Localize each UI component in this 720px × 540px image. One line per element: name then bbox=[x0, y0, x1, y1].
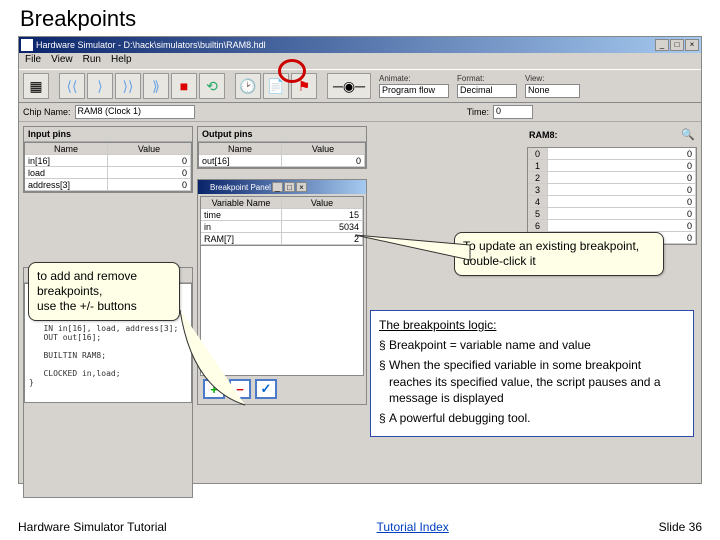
ram-row: 4 bbox=[528, 196, 548, 208]
table-row: out[16] bbox=[199, 155, 282, 167]
breakpoint-title: Breakpoint Panel bbox=[210, 183, 271, 192]
table-row: address[3] bbox=[25, 179, 108, 191]
ram-row[interactable]: 0 bbox=[548, 184, 696, 196]
menu-help[interactable]: Help bbox=[111, 54, 132, 68]
logic-b2: When the specified variable in some brea… bbox=[389, 357, 685, 406]
bp-row[interactable]: RAM[7] bbox=[201, 233, 282, 245]
animate-select[interactable]: Program flow bbox=[379, 84, 449, 98]
footer-left: Hardware Simulator Tutorial bbox=[18, 520, 167, 534]
chip-row: Chip Name: RAM8 (Clock 1) Time: 0 bbox=[19, 103, 701, 122]
callout-add-remove: to add and remove breakpoints, use the +… bbox=[28, 262, 180, 321]
tutorial-index-link[interactable]: Tutorial Index bbox=[377, 520, 449, 534]
step-over-icon[interactable]: ⟩⟩ bbox=[115, 73, 141, 99]
ram-row[interactable]: 0 bbox=[548, 160, 696, 172]
slide-number: Slide 36 bbox=[659, 520, 702, 534]
bullet-icon: § bbox=[379, 410, 389, 426]
time-label: Time: bbox=[467, 107, 489, 117]
ram-row: 1 bbox=[528, 160, 548, 172]
bp-close-button[interactable]: × bbox=[296, 182, 307, 192]
ram-row: 3 bbox=[528, 184, 548, 196]
logic-b1: Breakpoint = variable name and value bbox=[389, 337, 591, 353]
chip-name-label: Chip Name: bbox=[23, 107, 71, 117]
menu-view[interactable]: View bbox=[51, 54, 73, 68]
table-row: 0 bbox=[282, 155, 365, 167]
clock-icon[interactable]: 🕑 bbox=[235, 73, 261, 99]
format-label: Format: bbox=[457, 74, 517, 83]
maximize-button[interactable]: □ bbox=[670, 39, 684, 51]
menubar: File View Run Help bbox=[19, 53, 701, 69]
table-row[interactable]: 0 bbox=[108, 155, 191, 167]
input-pins-panel: Input pins NameValue in[16]0 load0 addre… bbox=[23, 126, 193, 193]
logic-b3: A powerful debugging tool. bbox=[389, 410, 530, 426]
panel-icon bbox=[200, 182, 210, 192]
window-title: Hardware Simulator - D:\hack\simulators\… bbox=[36, 40, 266, 50]
bp-col-var: Variable Name bbox=[201, 197, 282, 209]
ram-row: 6 bbox=[528, 220, 548, 232]
view-select[interactable]: None bbox=[525, 84, 580, 98]
table-row[interactable]: 0 bbox=[108, 179, 191, 191]
chip-name-field[interactable]: RAM8 (Clock 1) bbox=[75, 105, 195, 119]
bp-ok-button[interactable]: ✓ bbox=[255, 379, 277, 399]
app-icon bbox=[21, 39, 33, 51]
ram-row[interactable]: 0 bbox=[548, 172, 696, 184]
step-back-icon[interactable]: ⟨⟨ bbox=[59, 73, 85, 99]
callout-update: To update an existing breakpoint, double… bbox=[454, 232, 664, 276]
bp-row[interactable]: 2 bbox=[282, 233, 363, 245]
fast-forward-icon[interactable]: ⟫ bbox=[143, 73, 169, 99]
bp-add-button[interactable]: + bbox=[203, 379, 225, 399]
ram-row[interactable]: 0 bbox=[548, 196, 696, 208]
reset-icon[interactable]: ⟲ bbox=[199, 73, 225, 99]
bp-remove-button[interactable]: − bbox=[229, 379, 251, 399]
bp-row[interactable]: 5034 bbox=[282, 221, 363, 233]
output-pins-header: Output pins bbox=[198, 127, 366, 142]
titlebar: Hardware Simulator - D:\hack\simulators\… bbox=[19, 37, 701, 53]
bullet-icon: § bbox=[379, 337, 389, 353]
animate-label: Animate: bbox=[379, 74, 449, 83]
menu-run[interactable]: Run bbox=[83, 54, 101, 68]
bp-max-button[interactable]: □ bbox=[284, 182, 295, 192]
menu-file[interactable]: File bbox=[25, 54, 41, 68]
table-row[interactable]: 0 bbox=[108, 167, 191, 179]
format-select[interactable]: Decimal bbox=[457, 84, 517, 98]
speed-slider[interactable]: ─◉─ bbox=[327, 73, 371, 99]
ram-row[interactable]: 0 bbox=[548, 220, 696, 232]
minimize-button[interactable]: _ bbox=[655, 39, 669, 51]
input-pins-header: Input pins bbox=[24, 127, 192, 142]
logic-box: The breakpoints logic: §Breakpoint = var… bbox=[370, 310, 694, 437]
table-row: in[16] bbox=[25, 155, 108, 167]
col-name: Name bbox=[199, 143, 282, 155]
stop-icon[interactable]: ■ bbox=[171, 73, 197, 99]
close-button[interactable]: × bbox=[685, 39, 699, 51]
bullet-icon: § bbox=[379, 357, 389, 406]
output-pins-panel: Output pins NameValue out[16]0 bbox=[197, 126, 367, 169]
bp-row[interactable]: time bbox=[201, 209, 282, 221]
ram-row: 5 bbox=[528, 208, 548, 220]
table-row: load bbox=[25, 167, 108, 179]
logic-header: The breakpoints logic: bbox=[379, 317, 685, 333]
breakpoint-titlebar: Breakpoint Panel _ □ × bbox=[198, 180, 366, 194]
bp-row[interactable]: 15 bbox=[282, 209, 363, 221]
script-icon[interactable]: 📄 bbox=[263, 73, 289, 99]
col-value: Value bbox=[282, 143, 365, 155]
binoculars-icon[interactable]: 🔍 bbox=[681, 128, 695, 141]
slide-title: Breakpoints bbox=[0, 0, 720, 36]
chip-icon[interactable]: ▦ bbox=[23, 73, 49, 99]
breakpoint-panel: Breakpoint Panel _ □ × Variable NameValu… bbox=[197, 179, 367, 405]
ram-row: 0 bbox=[528, 148, 548, 160]
flag-icon[interactable]: ⚑ bbox=[291, 73, 317, 99]
view-label: View: bbox=[525, 74, 580, 83]
ram-header: RAM8: bbox=[529, 130, 558, 140]
bp-row[interactable]: in bbox=[201, 221, 282, 233]
step-icon[interactable]: ⟩ bbox=[87, 73, 113, 99]
ram-row[interactable]: 0 bbox=[548, 208, 696, 220]
col-value: Value bbox=[108, 143, 191, 155]
bp-col-val: Value bbox=[282, 197, 363, 209]
footer: Hardware Simulator Tutorial Tutorial Ind… bbox=[18, 520, 702, 534]
ram-row[interactable]: 0 bbox=[548, 148, 696, 160]
bp-min-button[interactable]: _ bbox=[272, 182, 283, 192]
col-name: Name bbox=[25, 143, 108, 155]
toolbar: ▦ ⟨⟨ ⟩ ⟩⟩ ⟫ ■ ⟲ 🕑 📄 ⚑ ─◉─ Animate: Progr… bbox=[19, 69, 701, 103]
ram-row: 2 bbox=[528, 172, 548, 184]
time-field: 0 bbox=[493, 105, 533, 119]
